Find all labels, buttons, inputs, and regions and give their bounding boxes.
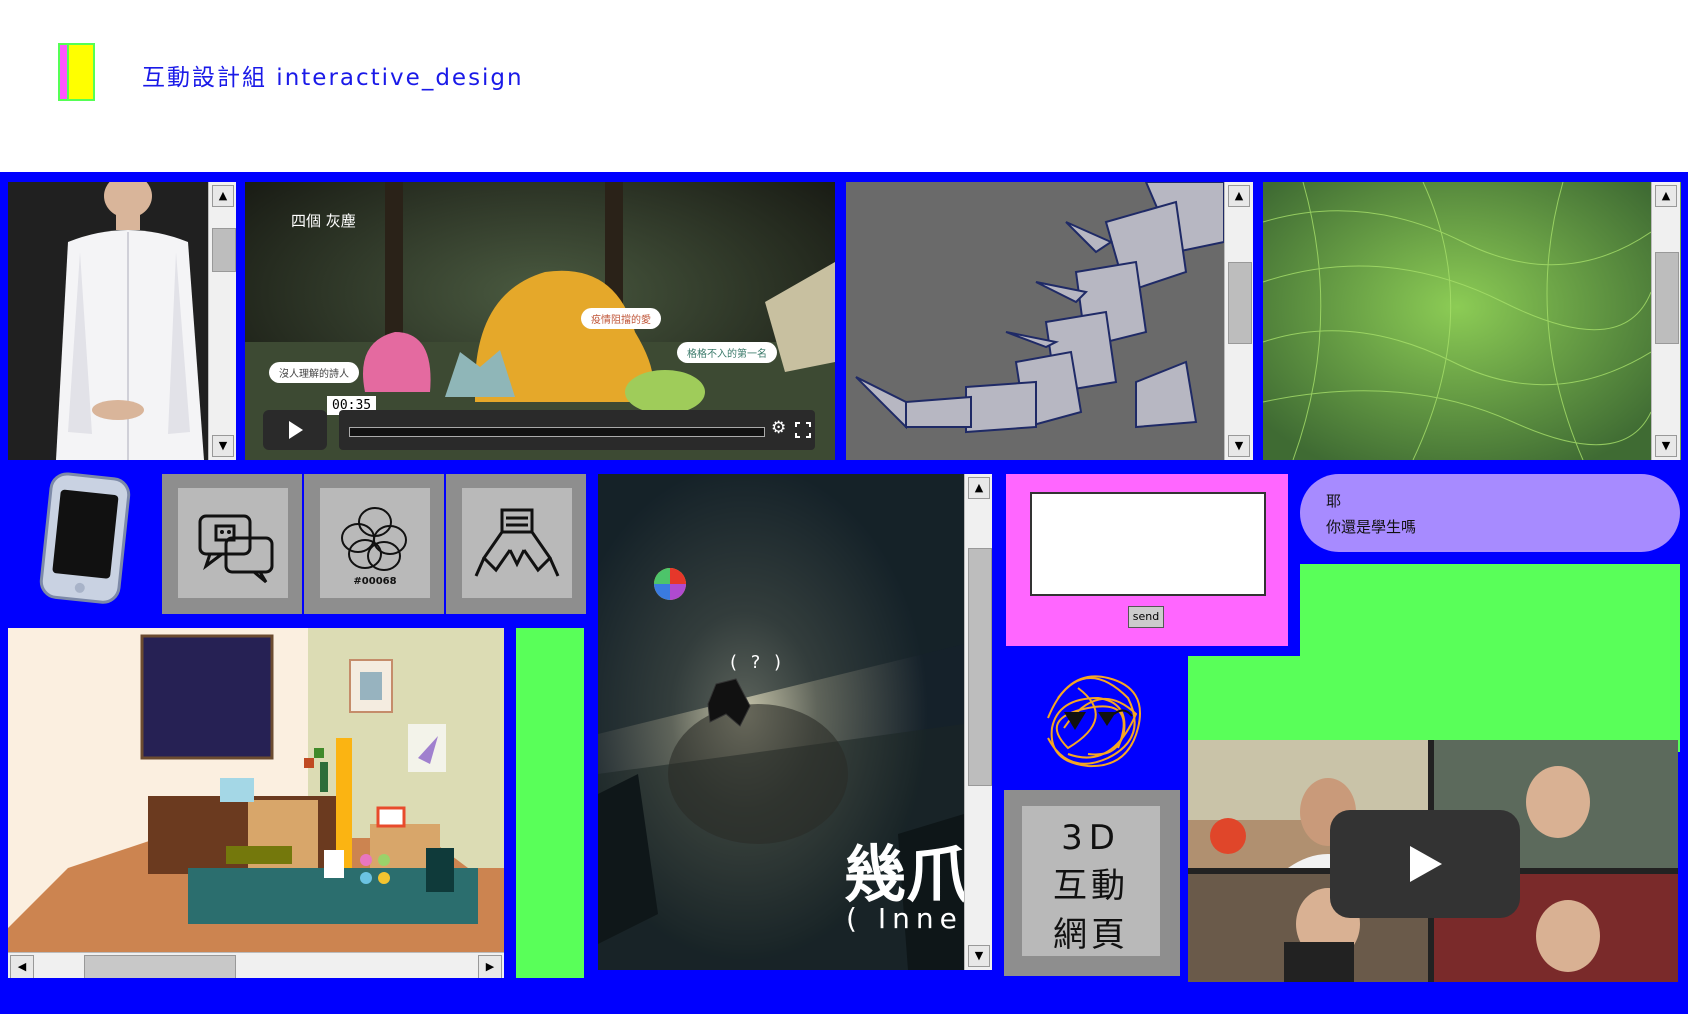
game-hint: ( ? ) [730,652,786,673]
video-play-button[interactable] [1330,810,1520,918]
game-subtitle: ( Inner [846,902,981,935]
key-3d-web[interactable]: 3D 互動 網頁 [1004,790,1180,976]
scroll-left-arrow[interactable]: ◀ [10,955,34,978]
message-line-2: 你還是學生嗎 [1326,518,1417,536]
scroll-down-arrow[interactable]: ▼ [1228,435,1250,457]
game-panel[interactable]: ( ? ) 幾爪 ( Inner ▲ ▼ [598,474,992,970]
portrait-panel[interactable]: ▲ ▼ [8,182,236,460]
message-bubble: 耶 你還是學生嗎 [1300,474,1680,552]
page-header: 互動設計組 interactive_design [0,0,1688,172]
scroll-up-arrow[interactable]: ▲ [1228,185,1250,207]
keycap-face [178,488,288,598]
pixel-room-panel[interactable]: ◀ ▶ [8,628,504,978]
room-horizontal-scrollbar[interactable]: ◀ ▶ [8,952,504,978]
play-icon [1410,846,1442,882]
green-block-wide-lower [1188,656,1680,752]
play-button[interactable] [263,410,327,450]
texture-scrollbar[interactable]: ▲ ▼ [1651,182,1680,460]
scroll-down-arrow[interactable]: ▼ [968,945,990,967]
scroll-up-arrow[interactable]: ▲ [968,477,990,499]
video-progress-bar[interactable] [349,427,765,437]
game-scrollbar[interactable]: ▲ ▼ [964,474,992,970]
portrait-scrollbar[interactable]: ▲ ▼ [208,182,236,460]
keycap-hands[interactable] [446,474,586,614]
scroll-up-arrow[interactable]: ▲ [1655,185,1677,207]
scroll-down-arrow[interactable]: ▼ [1655,435,1677,457]
chat-input-panel: send [1006,474,1288,646]
video-bubble-3: 沒人理解的詩人 [269,362,359,383]
model-3d-panel[interactable]: ▲ ▼ [846,182,1253,460]
scroll-thumb[interactable] [84,955,236,978]
model-scrollbar[interactable]: ▲ ▼ [1224,182,1253,460]
gear-icon[interactable]: ⚙ [771,418,786,438]
pixel-room-image [8,628,504,954]
project-board: ▲ ▼ 四個 灰塵 疫情阻擋的愛 格格不入的第一名 沒人理解的詩人 00:35 … [0,172,1688,1014]
key-3d-line-1: 3D [1061,818,1121,858]
green-fiber-texture-image [1263,182,1652,460]
texture-panel[interactable]: ▲ ▼ [1263,182,1681,460]
scroll-thumb[interactable] [968,548,992,786]
scroll-right-arrow[interactable]: ▶ [478,955,502,978]
scroll-down-arrow[interactable]: ▼ [212,435,234,457]
key-3d-line-3: 網頁 [1053,915,1129,955]
keycap-chat[interactable] [162,474,302,614]
chat-textarea[interactable] [1030,492,1266,596]
video-player[interactable]: 四個 灰塵 疫情阻擋的愛 格格不入的第一名 沒人理解的詩人 00:35 ⚙ [245,182,835,460]
keycap-flower[interactable]: #00068 [304,474,444,614]
scribble-face-icon[interactable] [1028,658,1158,778]
wireframe-creature-image [846,182,1225,460]
message-line-1: 耶 [1326,492,1342,510]
phone-icon[interactable] [34,468,134,608]
key-3d-line-2: 互動 [1053,866,1129,906]
keycap-label: #00068 [353,576,397,587]
key-3d-face: 3D 互動 網頁 [1022,806,1160,956]
video-call-thumbnail[interactable] [1188,740,1678,982]
scroll-thumb[interactable] [212,228,236,272]
scroll-up-arrow[interactable]: ▲ [212,185,234,207]
video-bubble-2: 格格不入的第一名 [677,342,777,363]
fullscreen-icon[interactable] [795,422,811,438]
portrait-image [8,182,208,460]
green-block-tall [516,628,584,978]
hands-stack-icon [474,508,560,577]
play-icon [289,421,303,439]
scroll-thumb[interactable] [1228,262,1252,344]
video-bubble-1: 疫情阻擋的愛 [581,308,661,329]
green-block-wide [1300,564,1680,658]
send-button[interactable]: send [1128,606,1164,628]
site-title[interactable]: 互動設計組 interactive_design [142,58,524,92]
game-title: 幾爪 [844,838,969,911]
keycap-face: #00068 [320,488,430,598]
logo-icon[interactable] [58,42,96,102]
video-caption: 四個 灰塵 [291,212,356,230]
chat-robot-icon [198,514,274,584]
keycap-face [462,488,572,598]
scroll-thumb[interactable] [1655,252,1679,344]
